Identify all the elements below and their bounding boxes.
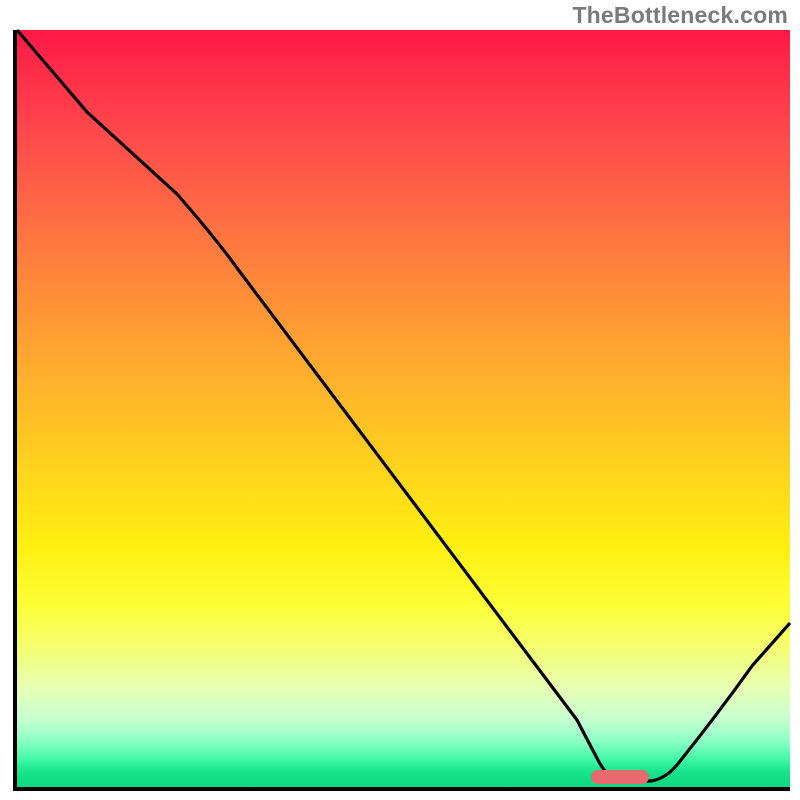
optimal-range-marker bbox=[591, 770, 649, 784]
curve-path bbox=[17, 30, 790, 781]
watermark-text: TheBottleneck.com bbox=[572, 2, 788, 29]
chart-canvas: TheBottleneck.com bbox=[0, 0, 800, 800]
bottleneck-curve bbox=[17, 30, 790, 787]
plot-area bbox=[13, 30, 790, 791]
